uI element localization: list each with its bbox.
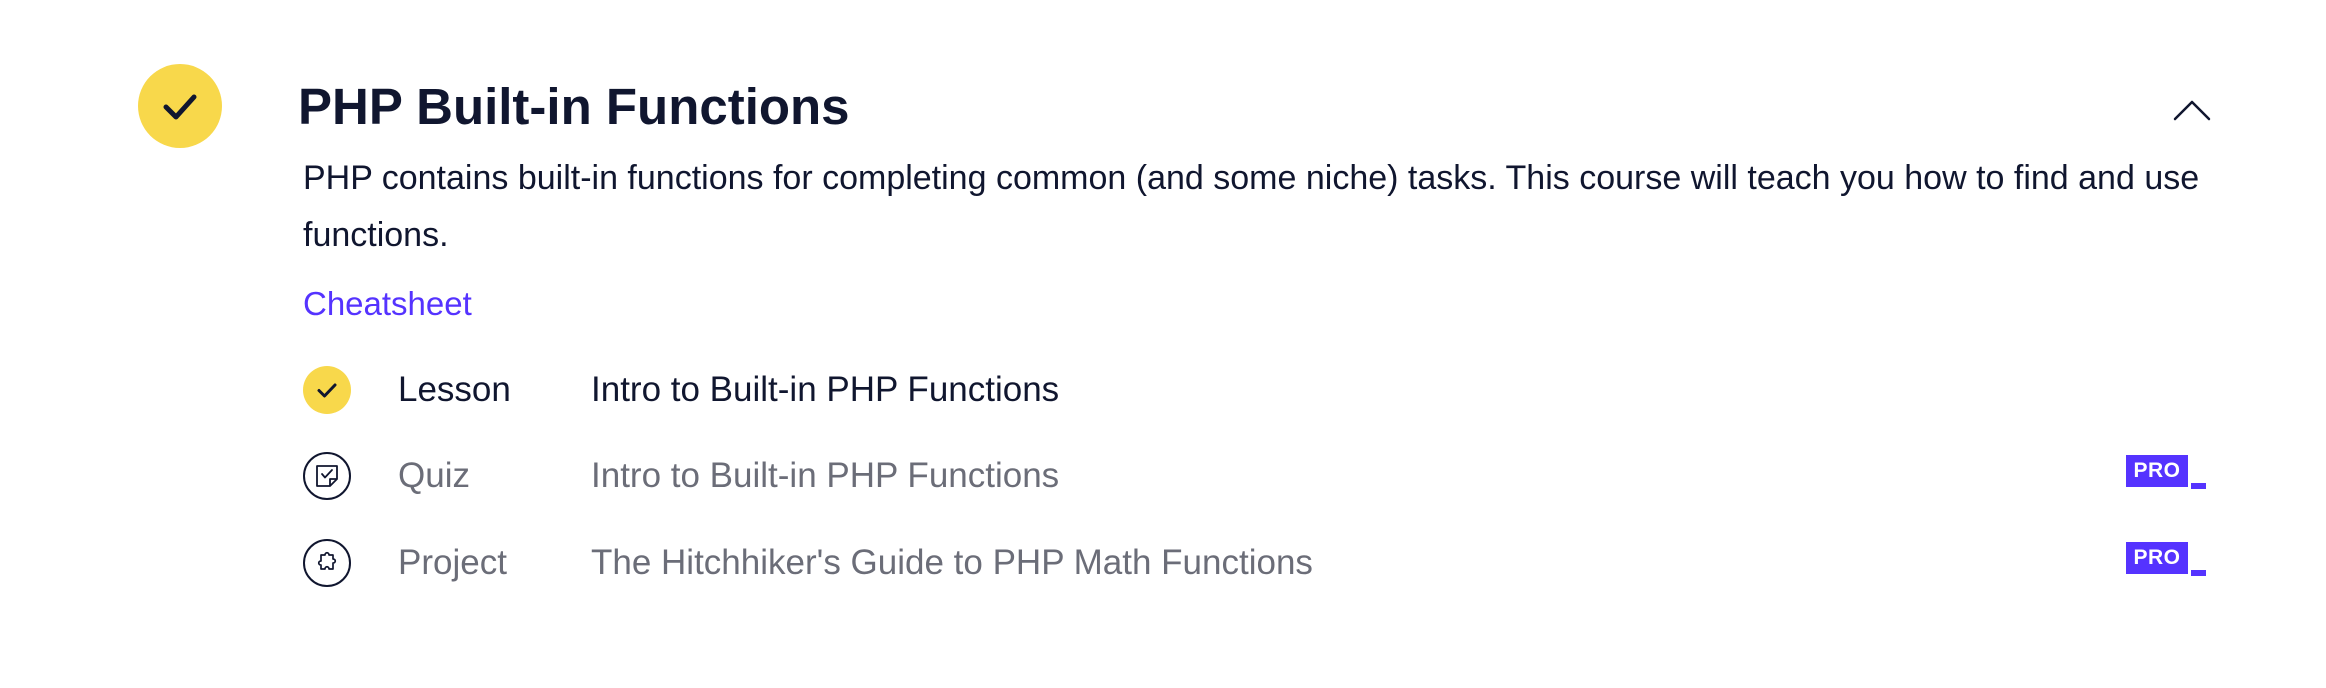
item-name-label: The Hitchhiker's Guide to PHP Math Funct… bbox=[591, 543, 1313, 582]
check-icon bbox=[317, 383, 337, 398]
quiz-badge bbox=[303, 452, 351, 500]
item-type-label: Quiz bbox=[398, 456, 470, 495]
pro-badge: PRO bbox=[2126, 455, 2206, 493]
item-type-label: Lesson bbox=[398, 370, 511, 409]
collapse-toggle-button[interactable] bbox=[2170, 90, 2214, 130]
chevron-up-icon bbox=[2173, 100, 2211, 121]
module-complete-badge bbox=[138, 64, 222, 148]
puzzle-icon bbox=[317, 551, 337, 570]
pro-cursor-mark bbox=[2191, 483, 2206, 489]
pro-label: PRO bbox=[2126, 542, 2188, 574]
pro-badge: PRO bbox=[2126, 542, 2206, 580]
list-item-lesson[interactable]: Lesson Intro to Built-in PHP Functions bbox=[303, 360, 2213, 420]
module-description: PHP contains built-in functions for comp… bbox=[303, 159, 2200, 254]
list-item-quiz[interactable]: Quiz Intro to Built-in PHP Functions PRO bbox=[303, 446, 2213, 506]
completed-badge bbox=[303, 366, 351, 414]
item-name-label: Intro to Built-in PHP Functions bbox=[591, 456, 1060, 495]
item-name-label: Intro to Built-in PHP Functions bbox=[591, 370, 1060, 409]
cheatsheet-link[interactable]: Cheatsheet bbox=[303, 281, 472, 327]
pro-cursor-mark bbox=[2191, 570, 2206, 576]
check-icon bbox=[163, 94, 197, 120]
module-card: PHP Built-in Functions PHP contains buil… bbox=[0, 0, 2326, 688]
pro-label: PRO bbox=[2126, 455, 2188, 487]
item-type-label: Project bbox=[398, 543, 507, 582]
project-badge bbox=[303, 539, 351, 587]
quiz-icon bbox=[316, 465, 338, 487]
module-title: PHP Built-in Functions bbox=[298, 78, 850, 135]
list-item-project[interactable]: Project The Hitchhiker's Guide to PHP Ma… bbox=[303, 533, 2213, 593]
